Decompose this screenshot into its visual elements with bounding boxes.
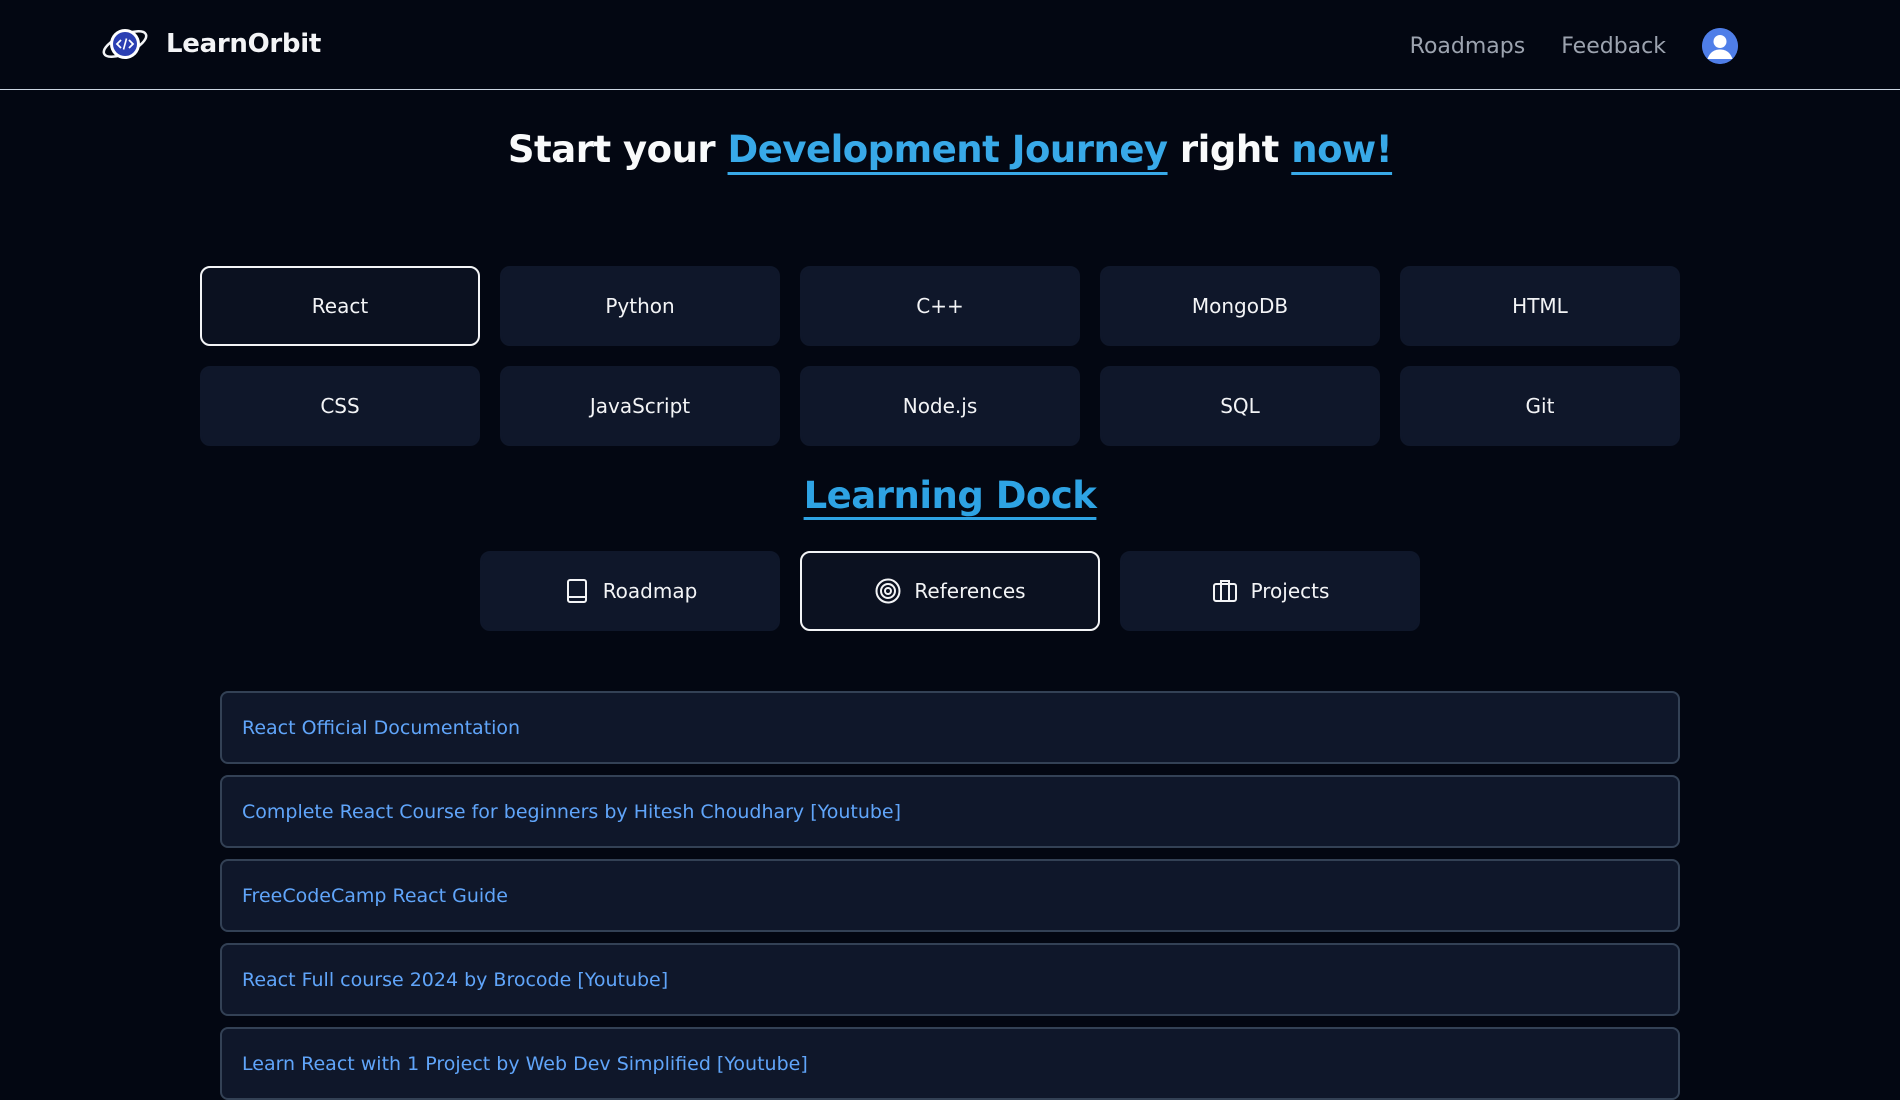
hero-text-1: Start your (507, 128, 728, 171)
learning-dock-title: Learning Dock (803, 474, 1097, 517)
tab-projects-label: Projects (1250, 579, 1330, 603)
hero-highlight-2: now! (1291, 128, 1393, 171)
top-navbar: LearnOrbit Roadmaps Feedback (0, 0, 1900, 90)
hero-heading: Start your Development Journey right now… (0, 128, 1900, 171)
nav-link-feedback[interactable]: Feedback (1561, 34, 1666, 59)
user-avatar-icon[interactable] (1702, 28, 1738, 64)
reference-link-brocode-course[interactable]: React Full course 2024 by Brocode [Youtu… (220, 943, 1680, 1016)
dock-tabs: Roadmap References Projects (480, 551, 1420, 631)
tab-roadmap[interactable]: Roadmap (480, 551, 780, 631)
tech-button-javascript[interactable]: JavaScript (500, 366, 780, 446)
reference-link-react-docs[interactable]: React Official Documentation (220, 691, 1680, 764)
nav-links: Roadmaps Feedback (1410, 28, 1738, 64)
book-icon (563, 577, 591, 605)
target-icon (874, 577, 902, 605)
tech-button-sql[interactable]: SQL (1100, 366, 1380, 446)
brand[interactable]: LearnOrbit (100, 24, 321, 64)
tab-projects[interactable]: Projects (1120, 551, 1420, 631)
tab-roadmap-label: Roadmap (602, 579, 698, 603)
tech-button-html[interactable]: HTML (1400, 266, 1680, 346)
tech-button-nodejs[interactable]: Node.js (800, 366, 1080, 446)
hero-text-2: right (1167, 128, 1292, 171)
tab-references[interactable]: References (800, 551, 1100, 631)
tech-button-git[interactable]: Git (1400, 366, 1680, 446)
reference-link-freecodecamp[interactable]: FreeCodeCamp React Guide (220, 859, 1680, 932)
tech-button-python[interactable]: Python (500, 266, 780, 346)
technology-grid: React Python C++ MongoDB HTML CSS JavaSc… (200, 266, 1680, 446)
tech-button-mongodb[interactable]: MongoDB (1100, 266, 1380, 346)
tech-button-cpp[interactable]: C++ (800, 266, 1080, 346)
reference-link-webdev-simplified[interactable]: Learn React with 1 Project by Web Dev Si… (220, 1027, 1680, 1100)
tab-references-label: References (914, 579, 1026, 603)
hero-highlight-1: Development Journey (727, 128, 1169, 171)
brand-name: LearnOrbit (166, 29, 321, 59)
nav-link-roadmaps[interactable]: Roadmaps (1410, 34, 1526, 59)
reference-link-hitesh-course[interactable]: Complete React Course for beginners by H… (220, 775, 1680, 848)
references-list: React Official Documentation Complete Re… (220, 691, 1680, 1100)
planet-code-icon (100, 24, 150, 64)
tech-button-react[interactable]: React (200, 266, 480, 346)
tech-button-css[interactable]: CSS (200, 366, 480, 446)
briefcase-icon (1211, 577, 1239, 605)
